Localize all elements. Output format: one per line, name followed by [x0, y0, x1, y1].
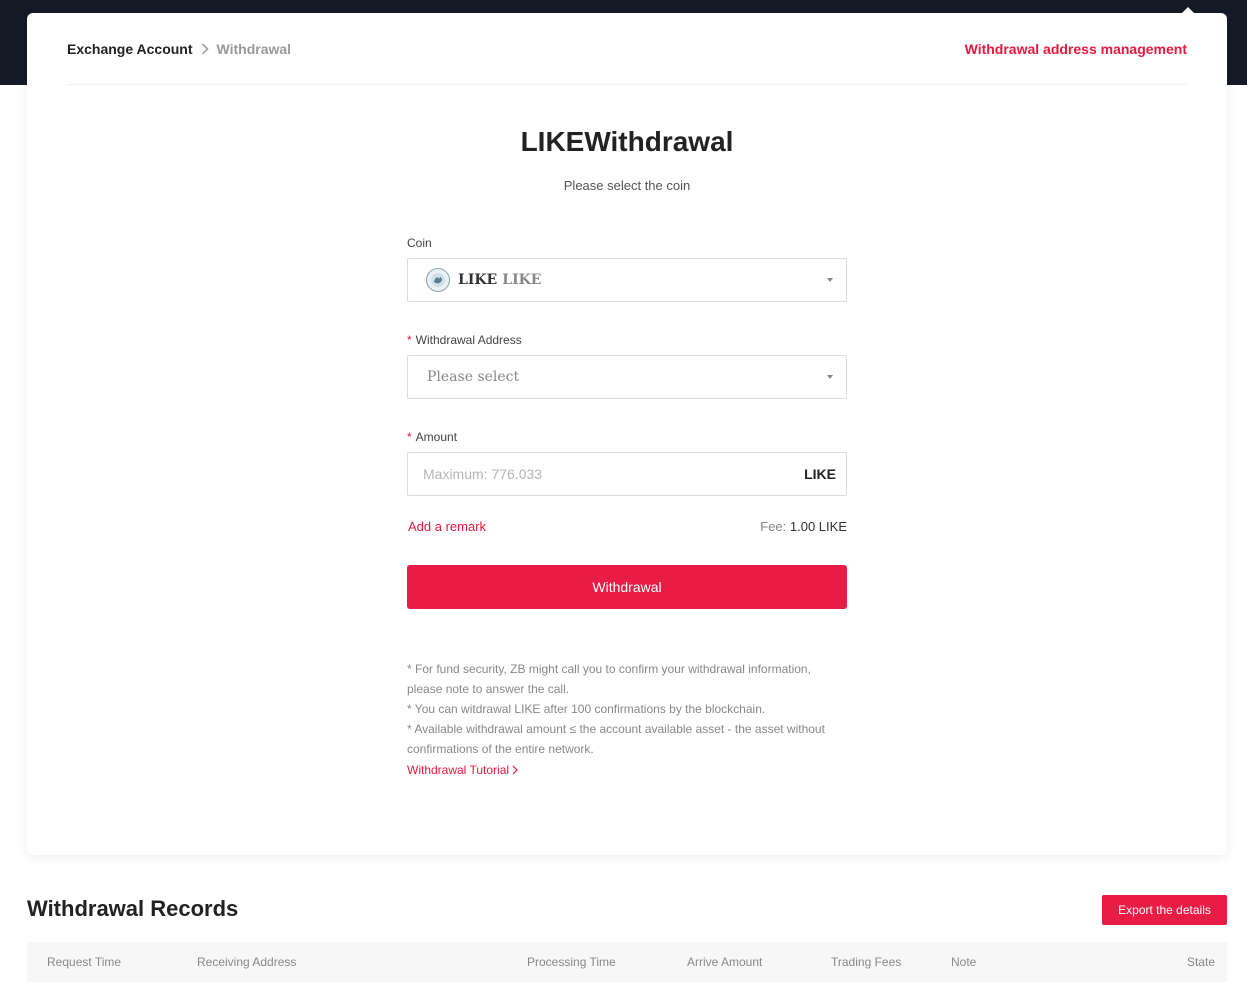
required-mark: *: [407, 333, 412, 347]
fee-value: 1.00 LIKE: [789, 519, 847, 534]
chevron-down-icon: [827, 375, 833, 379]
records-table-header: Request Time Receiving Address Processin…: [27, 942, 1227, 982]
withdrawal-records-title: Withdrawal Records: [27, 896, 239, 921]
chevron-right-icon: [201, 42, 209, 55]
page-subtitle: Please select the coin: [563, 178, 691, 193]
page-title: LIKEWithdrawal: [520, 126, 734, 157]
withdrawal-form: Coin LIKE LIKE * Withdrawal Address Pleas…: [407, 236, 847, 779]
coin-name: LIKE: [502, 272, 542, 288]
column-request-time: Request Time: [47, 955, 122, 969]
column-processing-time: Processing Time: [527, 955, 616, 969]
column-state: State: [1186, 955, 1215, 969]
column-receiving-address: Receiving Address: [197, 955, 297, 969]
amount-input[interactable]: [423, 466, 805, 482]
address-placeholder: Please select: [427, 369, 520, 385]
chevron-down-icon: [827, 278, 833, 282]
note-item: * For fund security, ZB might call you t…: [407, 662, 811, 696]
amount-field: LIKE: [407, 452, 847, 496]
column-note: Note: [951, 955, 977, 969]
withdrawal-notes: * For fund security, ZB might call you t…: [407, 659, 847, 759]
column-arrive-amount: Arrive Amount: [687, 955, 763, 969]
withdrawal-tutorial-link[interactable]: Withdrawal Tutorial: [407, 763, 518, 777]
amount-label: * Amount: [407, 430, 458, 444]
breadcrumb-withdrawal: Withdrawal: [216, 40, 292, 57]
add-remark-link[interactable]: Add a remark: [407, 519, 486, 534]
note-item: * You can witdrawal LIKE after 100 confi…: [407, 702, 766, 716]
withdrawal-address-select[interactable]: Please select: [407, 355, 847, 399]
address-label: * Withdrawal Address: [407, 333, 522, 347]
amount-unit: LIKE: [804, 466, 836, 482]
coin-symbol: LIKE: [458, 272, 498, 288]
card-header: Exchange Account Withdrawal Withdrawal a…: [67, 13, 1187, 85]
withdrawal-card: Exchange Account Withdrawal Withdrawal a…: [27, 13, 1227, 855]
fee-info: Fee: 1.00 LIKE: [760, 519, 847, 534]
breadcrumb-exchange-account[interactable]: Exchange Account: [67, 41, 193, 57]
like-coin-logo-icon: [426, 268, 450, 292]
address-management-link[interactable]: Withdrawal address management: [965, 41, 1187, 57]
required-mark: *: [407, 430, 412, 444]
note-item: * Available withdrawal amount ≤ the acco…: [407, 722, 825, 756]
coin-select[interactable]: LIKE LIKE: [407, 258, 847, 302]
column-trading-fees: Trading Fees: [831, 955, 902, 969]
withdrawal-button[interactable]: Withdrawal: [407, 565, 847, 609]
breadcrumb: Exchange Account Withdrawal: [67, 41, 291, 57]
fee-label: Fee:: [760, 519, 787, 534]
remark-fee-row: Add a remark Fee: 1.00 LIKE: [407, 519, 847, 534]
coin-label: Coin: [407, 236, 432, 250]
export-details-button[interactable]: Export the details: [1102, 895, 1227, 925]
chevron-right-icon: [512, 765, 518, 775]
